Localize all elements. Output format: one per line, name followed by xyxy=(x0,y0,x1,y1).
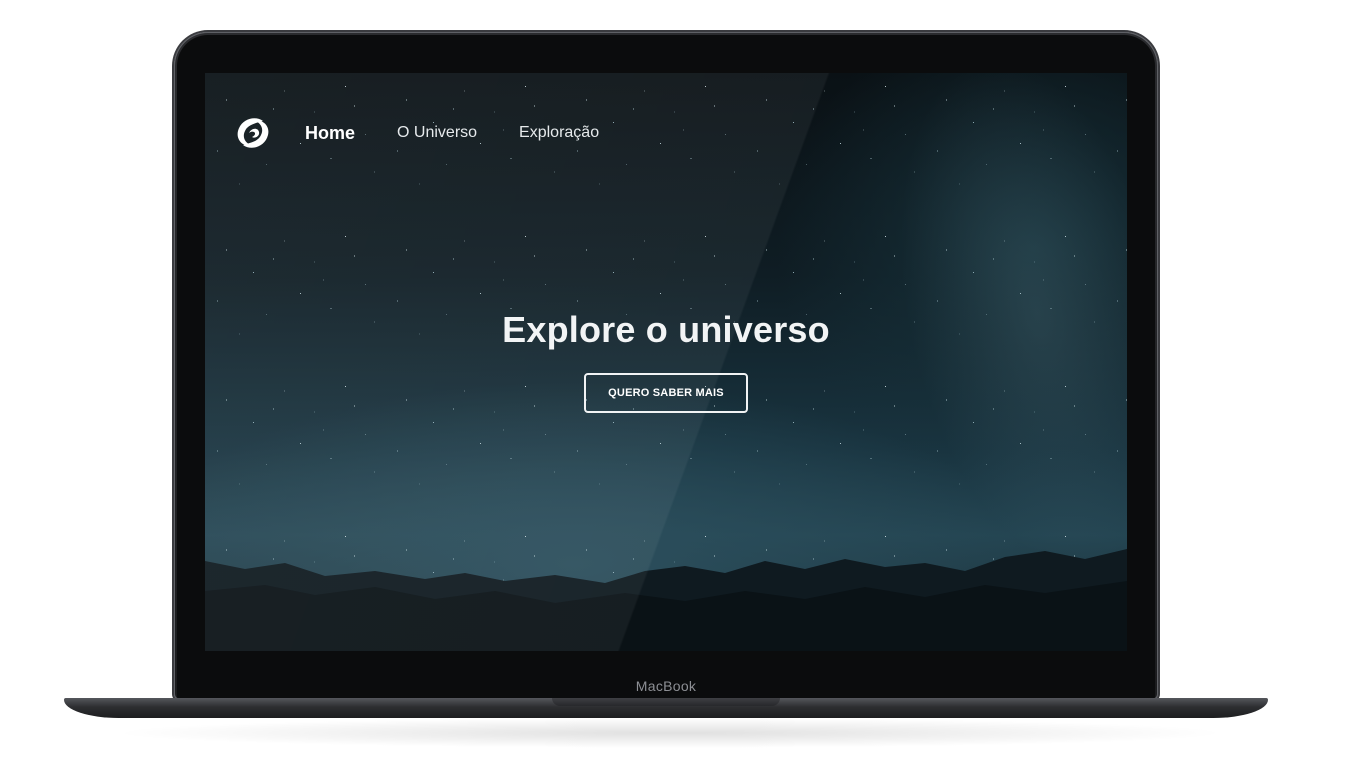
laptop-shadow xyxy=(110,718,1230,748)
mockup-stage: Home O Universo Exploração Explore o uni… xyxy=(0,0,1366,768)
learn-more-button[interactable]: QUERO SABER MAIS xyxy=(584,373,748,413)
nav-link-exploracao[interactable]: Exploração xyxy=(519,124,599,142)
hero-title: Explore o universo xyxy=(502,309,830,350)
laptop-hinge-notch xyxy=(552,698,780,706)
nav-link-home[interactable]: Home xyxy=(305,123,355,144)
mountain-silhouette xyxy=(205,549,1127,651)
main-nav: Home O Universo Exploração xyxy=(233,115,641,151)
device-brand-label: MacBook xyxy=(635,678,697,694)
nav-link-o-universo[interactable]: O Universo xyxy=(397,124,477,142)
swirl-logo-icon[interactable] xyxy=(233,115,273,151)
hero-section: Explore o universo QUERO SABER MAIS xyxy=(205,309,1127,413)
screen-bezel: Home O Universo Exploração Explore o uni… xyxy=(177,35,1155,700)
laptop-lid: Home O Universo Exploração Explore o uni… xyxy=(174,32,1158,700)
website-screen: Home O Universo Exploração Explore o uni… xyxy=(205,73,1127,651)
